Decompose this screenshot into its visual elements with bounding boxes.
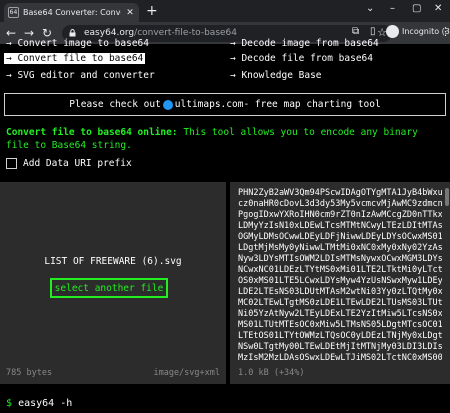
nav-decode-file[interactable]: → Decode file from base64: [230, 53, 373, 64]
tab-close-icon[interactable]: ✕: [125, 8, 135, 18]
data-uri-checkbox[interactable]: [6, 158, 17, 169]
url-path: /convert-file-to-base64: [134, 28, 237, 38]
banner-link[interactable]: ultimaps.com: [175, 99, 244, 110]
nav-knowledge-base[interactable]: → Knowledge Base: [230, 70, 322, 81]
terminal-command: easy64 -h: [18, 398, 73, 409]
base64-line: Ni05YzAtNyw2LTEyLDExLTE2YzItMiw5LTcsNS0x: [238, 309, 442, 319]
url-host: easy64.org: [84, 28, 135, 38]
base64-line: NCwxNC01LDEzLTYtMS0xMi01LTE2LTktMi0yLTct: [238, 265, 442, 275]
tab-title: Base64 Converter: Convert file to: [23, 8, 121, 17]
data-uri-option[interactable]: Add Data URI prefix: [6, 158, 132, 169]
incognito-icon: [386, 25, 399, 38]
browser-tabbar: 64 Base64 Converter: Convert file to ✕ +…: [0, 0, 450, 22]
sidebar-icon[interactable]: ▯: [370, 26, 376, 37]
output-size: 1.0 kB (+34%): [238, 368, 305, 378]
lock-icon[interactable]: [69, 29, 76, 37]
intro-text: Convert file to base64 online: This tool…: [6, 126, 446, 152]
tool-nav: → Convert image to base64 → Decode image…: [0, 38, 450, 86]
base64-output-text[interactable]: PHN2ZyB2aWV3Qm94PScwIDAgOTYgMTA1JyB4bWxu…: [238, 188, 442, 364]
tab-search-icon[interactable]: ⌄: [366, 3, 374, 14]
input-mime-type: image/svg+xml: [153, 368, 220, 378]
site-favicon-icon: 64: [8, 7, 19, 18]
base64-line: NSw0LTgtMy00LTEwLDEtMjItMTNjMy03LDI3LDIs: [238, 342, 442, 352]
banner-prefix: Please check out: [69, 99, 161, 110]
select-file-button[interactable]: select another file: [50, 278, 168, 298]
minimize-icon[interactable]: –: [390, 3, 395, 14]
base64-line: PHN2ZyB2aWV3Qm94PScwIDAgOTYgMTA1JyB4bWxu: [238, 188, 442, 198]
nav-svg-editor[interactable]: → SVG editor and converter: [6, 70, 155, 81]
output-scroll-thumb[interactable]: [445, 188, 449, 206]
base64-line: cz0naHR0cDovL3d3dy53My5vcmcvMjAwMC9zdmcn: [238, 199, 442, 209]
browser-menu-icon[interactable]: ⋮: [440, 25, 450, 38]
base64-line: MS01LTUtMTEsOC0xMiw5LTMsNS05LDgtMTcsOC01: [238, 320, 442, 330]
base64-line: PgogIDxwYXRoIHN0cm9rZT0nIzAwMCcgZD0nTTkx: [238, 210, 442, 220]
maximize-icon[interactable]: ▢: [412, 3, 421, 14]
globe-icon: [162, 99, 173, 110]
output-scrollbar[interactable]: [445, 188, 449, 368]
base64-line: LTEtOS01LTYtOWMzLTQsOC0yLDEzLTNjMy0xLDgt: [238, 331, 442, 341]
selected-filename: LIST OF FREEWARE (6).svg: [44, 256, 182, 267]
file-input-panel[interactable]: LIST OF FREEWARE (6).svg select another …: [0, 182, 226, 384]
terminal-line: $ easy64 -h: [6, 398, 72, 409]
base64-line: LDMyYzIsN10xLDEwLTcsMTMtNCwyLTEzLDItMTAs: [238, 221, 442, 231]
base64-line: MC02LTEwLTgtMS0zLDE1LTEwLDE2LTUsMS03LTUt: [238, 298, 442, 308]
base64-line: OS0xMS01LTE5LCwxLDYsMyw4YzUsNSwxMyw1LDEy: [238, 276, 442, 286]
base64-line: LDE2LTEsNS03LDUtMTAsM2wtNi03Yy0zLTQtMy0x: [238, 287, 442, 297]
data-uri-label[interactable]: Add Data URI prefix: [23, 158, 132, 169]
base64-line: MzIsM2MzLDAsOSwxLDEwLTJiMS02LTctNC0xMS00: [238, 353, 442, 363]
base64-line: LDgtMjMsMy0yNiwwLTMtMi0xNC0xMy0xNy02YzAs: [238, 243, 442, 253]
nav-convert-image[interactable]: → Convert image to base64: [6, 38, 149, 49]
nav-decode-image[interactable]: → Decode image from base64: [230, 38, 379, 49]
extensions-icon[interactable]: ⧉: [352, 26, 359, 37]
input-size: 785 bytes: [6, 368, 53, 378]
nav-convert-file[interactable]: → Convert file to base64: [4, 53, 146, 64]
browser-tab[interactable]: 64 Base64 Converter: Convert file to ✕: [4, 3, 139, 22]
new-tab-icon[interactable]: +: [146, 3, 158, 19]
terminal-prompt: $: [6, 398, 13, 409]
base64-line: Nyw3LDYsMTIsOWM2LDIsMTMsNywxOCwxMGM3LDYs: [238, 254, 442, 264]
banner-suffix: - free map charting tool: [243, 99, 381, 110]
base64-output-panel[interactable]: PHN2ZyB2aWV3Qm94PScwIDAgOTYgMTA1JyB4bWxu…: [230, 182, 450, 384]
base64-line: OGMyLDMsOCwwLDEyLDFjNiwwLDEyLDYsOCwxMS01: [238, 232, 442, 242]
promo-banner: Please check out ultimaps.com - free map…: [4, 93, 446, 116]
window-close-icon[interactable]: ✕: [434, 3, 442, 14]
intro-heading: Convert file to base64 online:: [6, 127, 178, 138]
